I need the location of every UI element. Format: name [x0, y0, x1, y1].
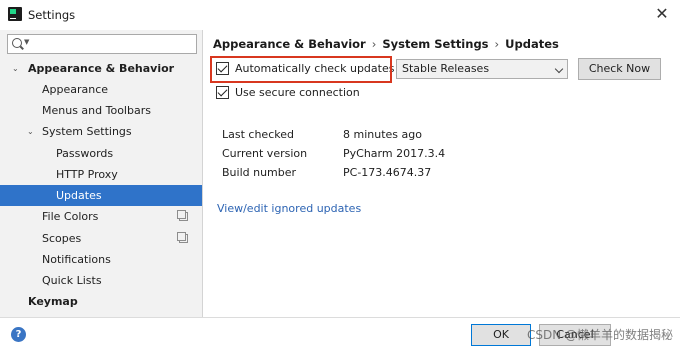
project-copy-icon — [177, 232, 188, 243]
sidebar-item-label: Appearance & Behavior — [28, 62, 175, 75]
sidebar-item-label: Keymap — [28, 295, 78, 308]
sidebar-item-label: Scopes — [42, 232, 82, 245]
update-channel-select[interactable]: Stable Releases — [396, 59, 568, 79]
breadcrumb-separator: › — [494, 37, 500, 51]
help-icon[interactable]: ? — [11, 327, 26, 342]
sidebar-item-label: Appearance — [42, 83, 109, 96]
sidebar-item-label: Notifications — [42, 253, 111, 266]
search-field[interactable]: ▼ — [7, 34, 197, 54]
breadcrumb-item: System Settings — [382, 37, 489, 51]
breadcrumb-separator: › — [371, 37, 377, 51]
sidebar-item-label: Quick Lists — [42, 274, 102, 287]
sidebar-item-label: Passwords — [56, 147, 114, 160]
pycharm-app-icon — [8, 7, 22, 21]
secure-connection-checkbox[interactable] — [216, 86, 229, 99]
sidebar-item-appearance-behavior[interactable]: ⌄ Appearance & Behavior — [0, 58, 202, 79]
ok-button[interactable]: OK — [471, 324, 531, 346]
sidebar-item-label: File Colors — [42, 210, 99, 223]
settings-sidebar: ▼ ⌄ Appearance & Behavior Appearance Men… — [0, 30, 203, 317]
sidebar-item-passwords[interactable]: Passwords — [0, 143, 202, 164]
info-label-build-number: Build number — [222, 166, 297, 179]
sidebar-item-system-settings[interactable]: ⌄ System Settings — [0, 121, 202, 142]
info-value-current-version: PyCharm 2017.3.4 — [343, 147, 446, 160]
breadcrumb-item: Updates — [505, 37, 559, 51]
sidebar-item-updates[interactable]: Updates — [0, 185, 202, 206]
breadcrumb-item: Appearance & Behavior — [213, 37, 366, 51]
chevron-down-icon[interactable]: ⌄ — [27, 121, 34, 142]
sidebar-item-label: Updates — [56, 189, 102, 202]
sidebar-item-file-colors[interactable]: File Colors — [0, 206, 202, 227]
sidebar-item-keymap[interactable]: Keymap — [0, 291, 202, 312]
annotation-highlight-box — [210, 56, 392, 83]
info-value-build-number: PC-173.4674.37 — [343, 166, 432, 179]
breadcrumb: Appearance & Behavior › System Settings › Up… — [213, 37, 559, 51]
sidebar-item-label: System Settings — [42, 125, 132, 138]
view-ignored-updates-link[interactable]: View/edit ignored updates — [217, 202, 361, 215]
sidebar-item-http-proxy[interactable]: HTTP Proxy — [0, 164, 202, 185]
search-icon[interactable] — [12, 38, 22, 48]
search-input[interactable] — [34, 36, 194, 52]
search-dropdown-icon[interactable]: ▼ — [24, 38, 29, 46]
check-now-button[interactable]: Check Now — [578, 58, 661, 80]
sidebar-item-quick-lists[interactable]: Quick Lists — [0, 270, 202, 291]
sidebar-item-appearance[interactable]: Appearance — [0, 79, 202, 100]
secure-connection-label[interactable]: Use secure connection — [235, 83, 360, 103]
info-label-current-version: Current version — [222, 147, 308, 160]
sidebar-item-label: Menus and Toolbars — [42, 104, 151, 117]
window-title: Settings — [28, 8, 76, 22]
chevron-down-icon — [554, 64, 564, 74]
sidebar-item-menus-toolbars[interactable]: Menus and Toolbars — [0, 100, 202, 121]
footer-divider — [0, 317, 680, 318]
info-label-last-checked: Last checked — [222, 128, 294, 141]
sidebar-item-label: HTTP Proxy — [56, 168, 118, 181]
watermark-text: CSDN @懒羊羊的数据揭秘 — [527, 328, 674, 342]
sidebar-item-notifications[interactable]: Notifications — [0, 249, 202, 270]
title-bar: Settings ✕ — [0, 0, 680, 30]
update-channel-value: Stable Releases — [402, 62, 490, 75]
close-icon[interactable]: ✕ — [648, 2, 676, 26]
chevron-down-icon[interactable]: ⌄ — [12, 58, 19, 79]
project-copy-icon — [177, 210, 188, 221]
sidebar-item-scopes[interactable]: Scopes — [0, 228, 202, 249]
info-value-last-checked: 8 minutes ago — [343, 128, 422, 141]
